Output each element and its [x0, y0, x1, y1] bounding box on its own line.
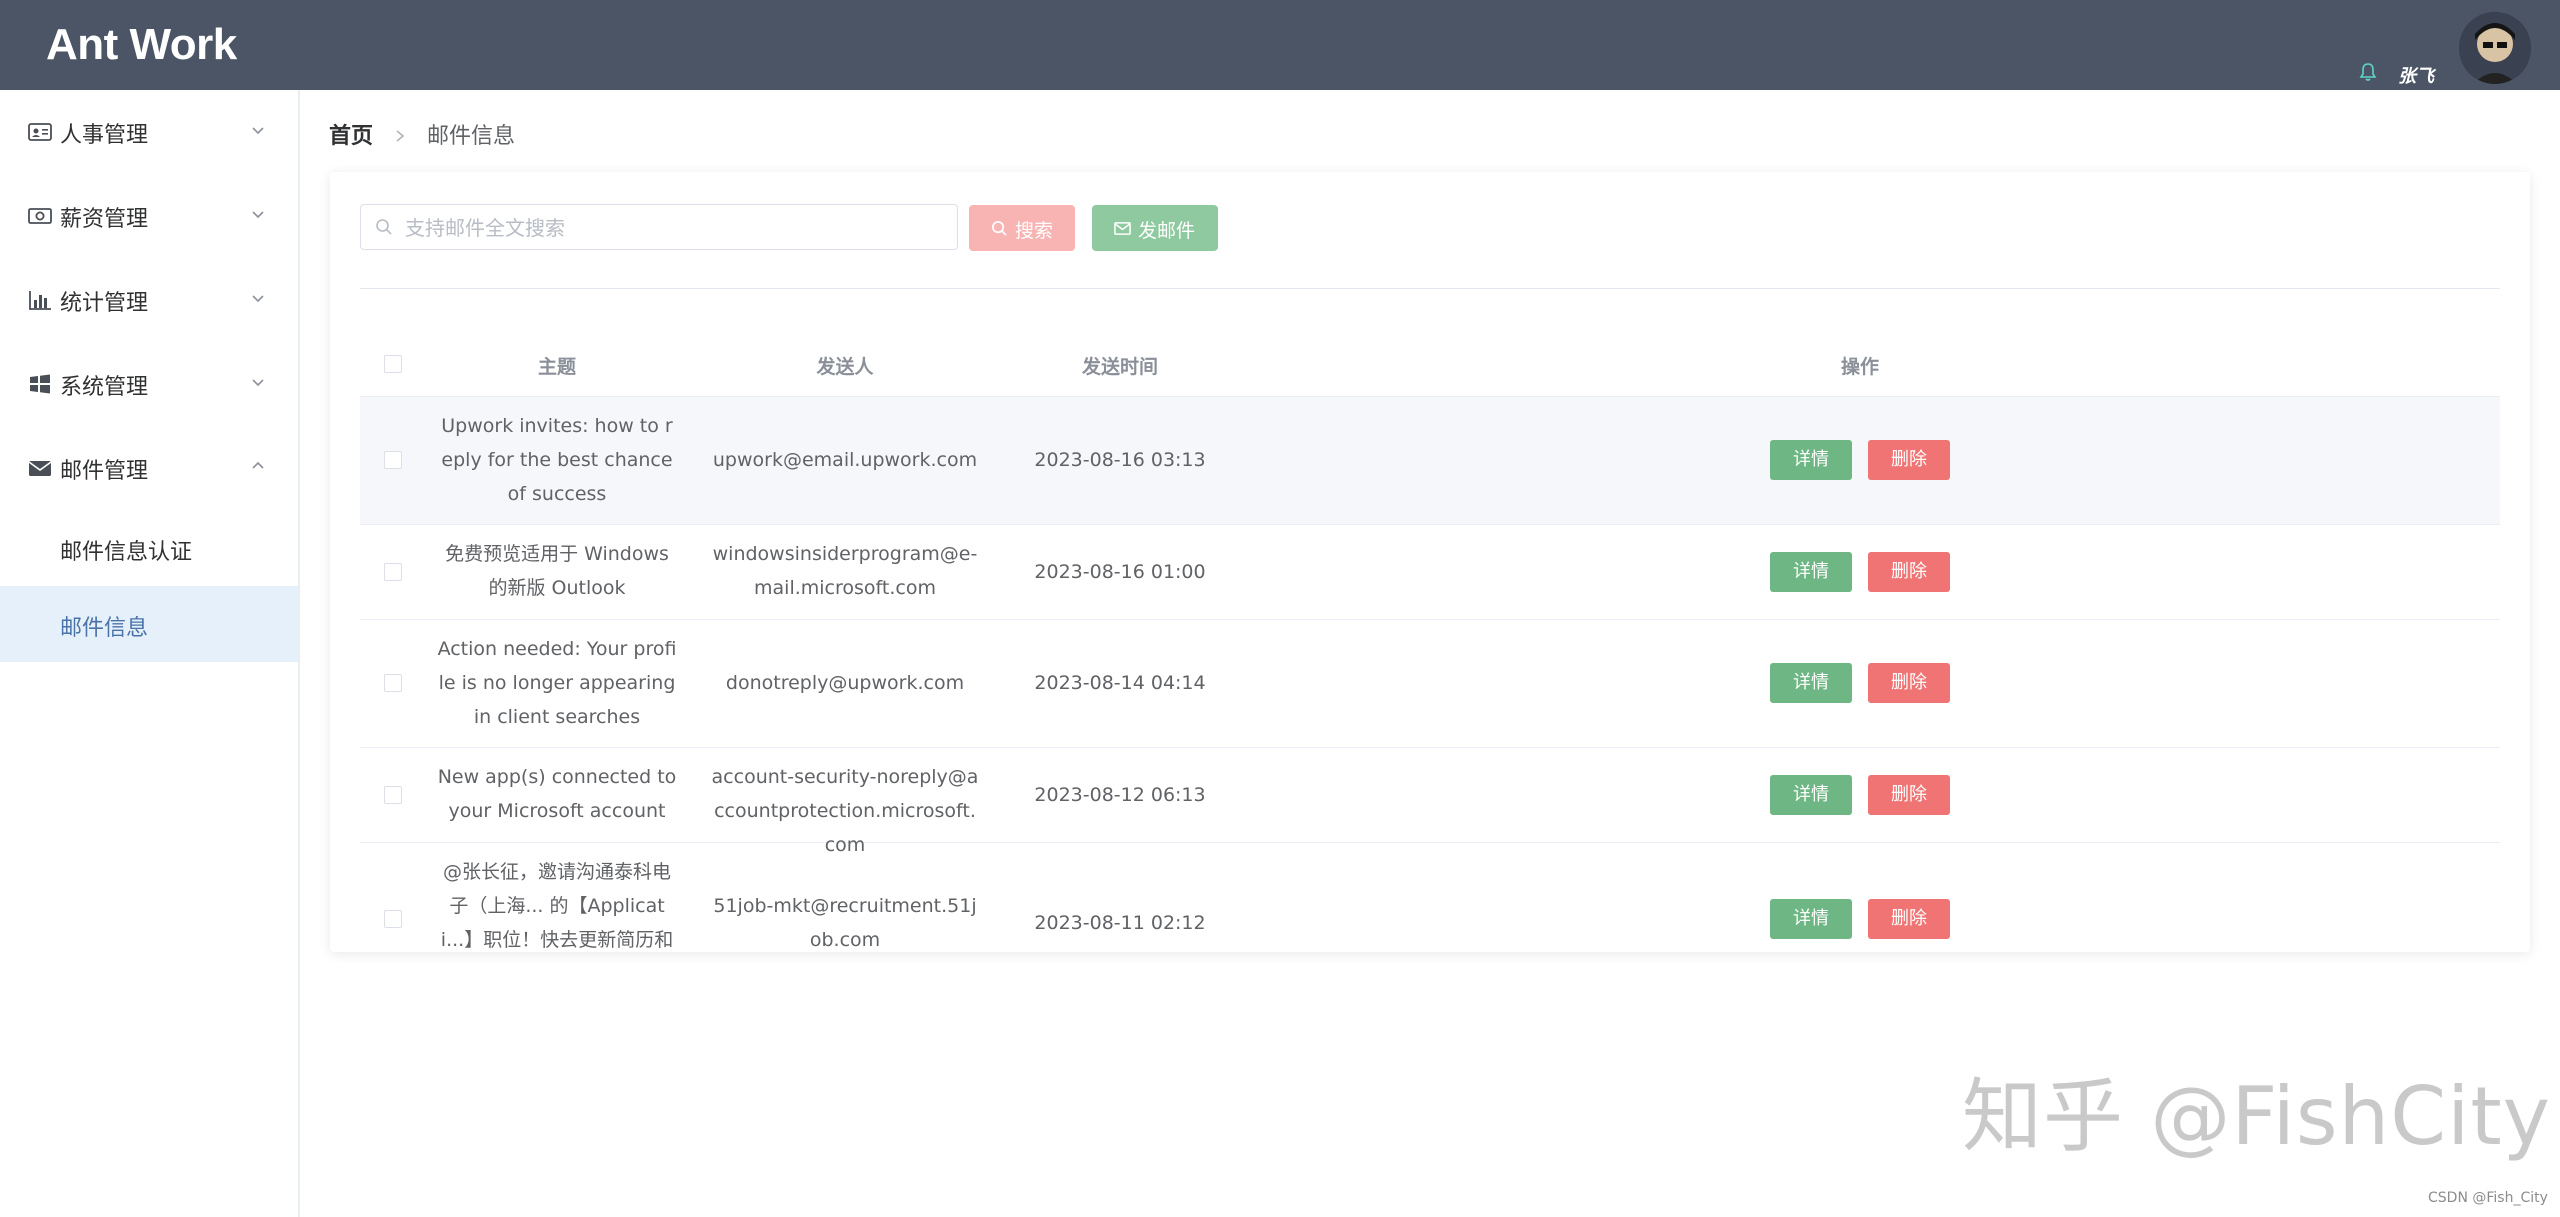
sidebar-subitem-mail-auth[interactable]: 邮件信息认证: [0, 510, 298, 586]
row-checkbox[interactable]: [384, 451, 402, 469]
delete-button[interactable]: 删除: [1868, 663, 1950, 703]
detail-button[interactable]: 详情: [1770, 440, 1852, 480]
username[interactable]: 张飞: [2398, 62, 2434, 88]
envelope-icon: [1114, 222, 1131, 235]
bar-chart-icon: [29, 291, 51, 310]
search-box[interactable]: [360, 204, 958, 250]
row-checkbox[interactable]: [384, 674, 402, 692]
delete-button[interactable]: 删除: [1868, 899, 1950, 939]
sidebar-item-label: 邮件管理: [60, 459, 149, 484]
search-button[interactable]: 搜索: [969, 205, 1075, 251]
send-mail-button[interactable]: 发邮件: [1092, 205, 1218, 251]
search-input[interactable]: [403, 211, 947, 245]
sidebar-item-system[interactable]: 系统管理: [0, 342, 298, 426]
sidebar-item-label: 统计管理: [60, 291, 149, 316]
breadcrumb: 首页 邮件信息: [329, 118, 515, 150]
detail-button[interactable]: 详情: [1770, 552, 1852, 592]
bell-icon[interactable]: [2358, 62, 2378, 82]
search-icon: [376, 219, 392, 235]
delete-button[interactable]: 删除: [1868, 440, 1950, 480]
mail-sender: 51job-mkt@recruitment.51job.com: [713, 895, 977, 951]
mail-time: 2023-08-12 06:13: [1034, 784, 1206, 806]
row-checkbox[interactable]: [384, 786, 402, 804]
table-row[interactable]: New app(s) connected to your Microsoft a…: [360, 748, 2500, 856]
mail-card: 搜索 发邮件 主题 发送人 发送时间 操作 Upwork invites: ho…: [330, 172, 2530, 952]
sidebar-item-salary[interactable]: 薪资管理: [0, 174, 298, 258]
delete-button[interactable]: 删除: [1868, 552, 1950, 592]
sidebar-item-statistics[interactable]: 统计管理: [0, 258, 298, 342]
sidebar-subitem-label: 邮件信息: [60, 616, 149, 641]
table-header: 主题 发送人 发送时间 操作: [360, 332, 2500, 397]
sidebar-subitem-label: 邮件信息认证: [60, 540, 193, 565]
chevron-right-icon: [394, 124, 406, 149]
mail-time: 2023-08-14 04:14: [1034, 672, 1206, 694]
sidebar-item-label: 人事管理: [60, 123, 149, 148]
mail-sender: donotreply@upwork.com: [725, 672, 965, 694]
avatar[interactable]: [2459, 12, 2531, 84]
money-icon: [28, 208, 52, 224]
mail-sender: windowsinsiderprogram@e-mail.microsoft.c…: [712, 543, 978, 599]
chevron-up-icon: [252, 461, 264, 469]
row-checkbox[interactable]: [384, 563, 402, 581]
detail-button[interactable]: 详情: [1770, 663, 1852, 703]
windows-icon: [30, 374, 50, 394]
id-card-icon: [28, 123, 52, 141]
mail-time: 2023-08-16 01:00: [1034, 561, 1206, 583]
sidebar-item-label: 薪资管理: [60, 207, 149, 232]
mail-subject: Upwork invites: how to reply for the bes…: [441, 415, 673, 505]
sidebar-item-label: 系统管理: [60, 375, 149, 400]
chevron-down-icon: [252, 379, 264, 387]
breadcrumb-home[interactable]: 首页: [329, 124, 373, 149]
search-icon: [992, 221, 1007, 236]
watermark: 知乎 @FishCity: [1962, 1070, 2552, 1163]
mail-time: 2023-08-16 03:13: [1034, 449, 1206, 471]
sidebar-item-mail[interactable]: 邮件管理: [0, 426, 298, 510]
send-mail-button-label: 发邮件: [1138, 220, 1196, 242]
table-row[interactable]: Action needed: Your profile is no longer…: [360, 620, 2500, 748]
row-checkbox[interactable]: [384, 910, 402, 928]
divider: [360, 288, 2500, 289]
mail-time: 2023-08-11 02:12: [1034, 912, 1206, 934]
sidebar-subitem-mail-info[interactable]: 邮件信息: [0, 586, 298, 662]
column-header-time: 发送时间: [1081, 356, 1158, 378]
table-row[interactable]: @张长征，邀请沟通泰科电子（上海... 的【Applicati...】职位！快去…: [360, 843, 2500, 952]
chevron-down-icon: [252, 127, 264, 135]
breadcrumb-current: 邮件信息: [427, 124, 516, 149]
chevron-down-icon: [252, 295, 264, 303]
mail-subject: New app(s) connected to your Microsoft a…: [437, 766, 677, 822]
column-header-sender: 发送人: [816, 356, 874, 378]
select-all-checkbox[interactable]: [384, 355, 402, 373]
table-row[interactable]: 免费预览适用于 Windows 的新版 Outlook windowsinsid…: [360, 525, 2500, 620]
chevron-down-icon: [252, 211, 264, 219]
envelope-icon: [28, 461, 52, 476]
column-header-subject: 主题: [537, 356, 576, 378]
csdn-watermark: CSDN @Fish_City: [2428, 1190, 2548, 1206]
search-button-label: 搜索: [1015, 220, 1054, 242]
sidebar-item-hr[interactable]: 人事管理: [0, 90, 298, 174]
mail-subject: Action needed: Your profile is no longer…: [437, 638, 677, 728]
mail-sender: upwork@email.upwork.com: [712, 449, 978, 471]
table-row[interactable]: Upwork invites: how to reply for the bes…: [360, 397, 2500, 525]
top-header: Ant Work 张飞: [0, 0, 2560, 90]
column-header-actions: 操作: [1840, 356, 1879, 378]
mail-subject: 免费预览适用于 Windows 的新版 Outlook: [445, 543, 669, 599]
detail-button[interactable]: 详情: [1770, 775, 1852, 815]
app-logo[interactable]: Ant Work: [46, 20, 237, 70]
detail-button[interactable]: 详情: [1770, 899, 1852, 939]
mail-subject: @张长征，邀请沟通泰科电子（上海... 的【Applicati...】职位！快去…: [440, 861, 674, 951]
sidebar: 人事管理 薪资管理 统计管理 系统管理 邮件管理 邮件信息认证 邮件信息: [0, 90, 300, 1217]
delete-button[interactable]: 删除: [1868, 775, 1950, 815]
